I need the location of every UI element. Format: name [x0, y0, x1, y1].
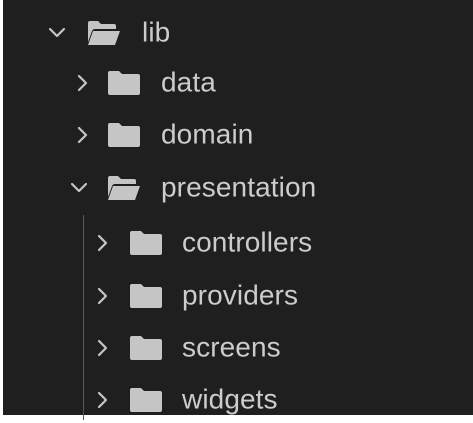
tree-item-label: data — [161, 66, 216, 98]
chevron-right-icon[interactable] — [93, 338, 113, 358]
folder-open-icon — [88, 21, 120, 45]
tree-item-data[interactable]: data — [3, 56, 473, 110]
tree-item-controllers[interactable]: controllers — [3, 216, 473, 270]
tree-item-providers[interactable]: providers — [3, 269, 473, 323]
chevron-right-icon[interactable] — [93, 286, 113, 306]
tree-item-lib[interactable]: lib — [3, 6, 473, 60]
tree-item-presentation[interactable]: presentation — [3, 161, 473, 215]
folder-icon — [108, 71, 140, 95]
tree-item-label: presentation — [161, 171, 317, 203]
chevron-right-icon[interactable] — [93, 233, 113, 253]
chevron-down-icon[interactable] — [47, 23, 67, 43]
file-explorer-tree: lib data domain presentation controllers… — [0, 0, 473, 423]
folder-icon — [130, 284, 162, 308]
tree-item-label: domain — [161, 118, 254, 150]
chevron-right-icon[interactable] — [93, 390, 113, 410]
tree-item-screens[interactable]: screens — [3, 321, 473, 375]
folder-icon — [108, 123, 140, 147]
folder-open-icon — [108, 176, 140, 200]
tree-item-label: widgets — [182, 383, 278, 415]
chevron-down-icon[interactable] — [69, 178, 89, 198]
folder-icon — [130, 336, 162, 360]
tree-item-label: lib — [142, 16, 171, 48]
folder-icon — [130, 388, 162, 412]
tree-item-domain[interactable]: domain — [3, 108, 473, 162]
tree-item-label: screens — [182, 331, 281, 363]
folder-icon — [130, 231, 162, 255]
chevron-right-icon[interactable] — [73, 73, 93, 93]
tree-item-label: providers — [182, 279, 299, 311]
tree-item-label: controllers — [182, 226, 313, 258]
tree-item-widgets[interactable]: widgets — [3, 373, 473, 423]
chevron-right-icon[interactable] — [73, 125, 93, 145]
